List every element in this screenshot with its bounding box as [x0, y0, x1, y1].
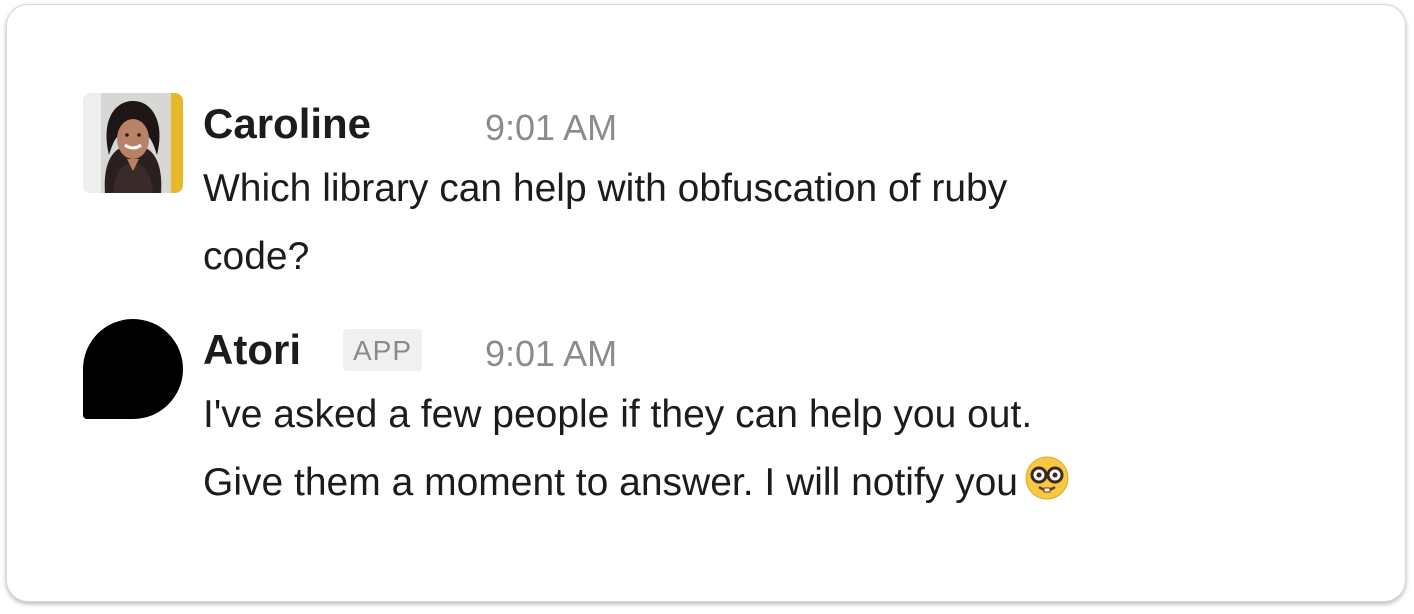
nerd-face-emoji-icon — [1025, 456, 1069, 500]
message-line-text: Give them a moment to answer. I will not… — [203, 461, 1019, 504]
message-content: Caroline 9:01 AM Which library can help … — [203, 93, 1313, 291]
message-content: Atori APP 9:01 AM I've asked a few peopl… — [203, 319, 1313, 517]
user-photo-avatar-image — [83, 93, 183, 193]
message-header: Atori APP 9:01 AM — [203, 319, 1313, 381]
message-line-with-emoji: Give them a moment to answer. I will not… — [203, 449, 1313, 517]
author-name[interactable]: Atori — [203, 323, 301, 377]
timestamp[interactable]: 9:01 AM — [485, 105, 617, 151]
message-line: code? — [203, 235, 310, 278]
app-badge: APP — [343, 329, 423, 371]
message-line: I've asked a few people if they can help… — [203, 393, 1033, 436]
bot-avatar[interactable] — [83, 319, 183, 419]
author-name[interactable]: Caroline — [203, 97, 371, 151]
message-line: Which library can help with obfuscation … — [203, 167, 1008, 210]
message-card: Caroline 9:01 AM Which library can help … — [6, 4, 1406, 602]
message-text: I've asked a few people if they can help… — [203, 381, 1313, 517]
timestamp[interactable]: 9:01 AM — [485, 331, 617, 377]
message-header: Caroline 9:01 AM — [203, 93, 1313, 155]
message-text: Which library can help with obfuscation … — [203, 155, 1313, 291]
caroline-avatar[interactable] — [83, 93, 183, 193]
